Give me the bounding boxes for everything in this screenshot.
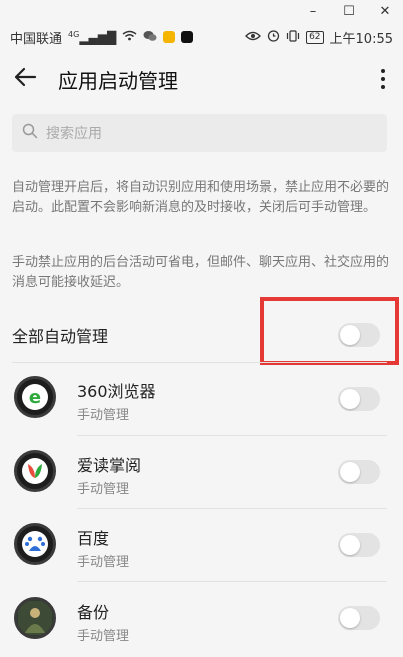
app-name: 爱读掌阅 bbox=[77, 456, 142, 475]
close-button[interactable]: ✕ bbox=[367, 4, 403, 19]
window-controls: – ☐ ✕ bbox=[0, 0, 403, 22]
app-mode: 手动管理 bbox=[77, 629, 130, 644]
wifi-icon bbox=[122, 30, 137, 44]
wechat-icon bbox=[143, 30, 157, 45]
signal-icon: 4G▂▄▆█ bbox=[68, 29, 117, 45]
manual-manage-description: 手动禁止应用的后台活动可省电，但邮件、聊天应用、社交应用的消息可能接收延迟。 bbox=[12, 255, 390, 290]
page-title: 应用启动管理 bbox=[58, 68, 178, 93]
notification-app-icon bbox=[163, 31, 176, 43]
app-toggle-ireader[interactable] bbox=[338, 460, 380, 484]
battery-indicator: 62 bbox=[306, 30, 324, 44]
more-options-icon[interactable] bbox=[363, 69, 403, 89]
maximize-button[interactable]: ☐ bbox=[331, 4, 367, 19]
back-arrow-icon bbox=[13, 67, 37, 91]
search-input[interactable]: 搜索应用 bbox=[12, 114, 387, 152]
divider bbox=[77, 435, 387, 436]
app-toggle-baidu[interactable] bbox=[338, 533, 380, 557]
carrier-label: 中国联通 bbox=[10, 31, 63, 47]
app-bar: 应用启动管理 bbox=[0, 52, 403, 106]
app-mode: 手动管理 bbox=[77, 408, 130, 423]
app-toggle-360-browser[interactable] bbox=[338, 387, 380, 411]
alarm-icon bbox=[267, 29, 280, 45]
360-browser-icon: e bbox=[14, 376, 56, 418]
search-placeholder: 搜索应用 bbox=[46, 126, 102, 142]
app-mode: 手动管理 bbox=[77, 482, 130, 497]
ireader-icon bbox=[14, 450, 56, 492]
app-mode: 手动管理 bbox=[77, 555, 130, 570]
app-name: 备份 bbox=[77, 603, 110, 622]
divider bbox=[77, 508, 387, 509]
network-type: 4G bbox=[68, 29, 80, 39]
minimize-button[interactable]: – bbox=[295, 4, 331, 19]
eye-comfort-icon bbox=[245, 30, 261, 44]
backup-icon bbox=[14, 597, 56, 639]
clock: 上午10:55 bbox=[329, 31, 393, 47]
tiktok-icon bbox=[181, 31, 194, 43]
divider bbox=[77, 581, 387, 582]
divider bbox=[12, 362, 387, 363]
vibrate-icon bbox=[286, 29, 300, 45]
app-name: 百度 bbox=[77, 529, 110, 548]
app-name: 360浏览器 bbox=[77, 382, 156, 401]
highlight-box bbox=[260, 297, 399, 365]
status-bar: 中国联通 4G▂▄▆█ 62 上午10:55 bbox=[0, 22, 403, 52]
app-toggle-backup[interactable] bbox=[338, 606, 380, 630]
svg-text:e: e bbox=[29, 387, 41, 408]
baidu-icon bbox=[14, 523, 56, 565]
search-icon bbox=[22, 123, 38, 143]
auto-manage-description: 自动管理开启后，将自动识别应用和使用场景，禁止应用不必要的启动。此配置不会影响新… bbox=[12, 180, 390, 215]
back-button[interactable] bbox=[0, 52, 50, 106]
